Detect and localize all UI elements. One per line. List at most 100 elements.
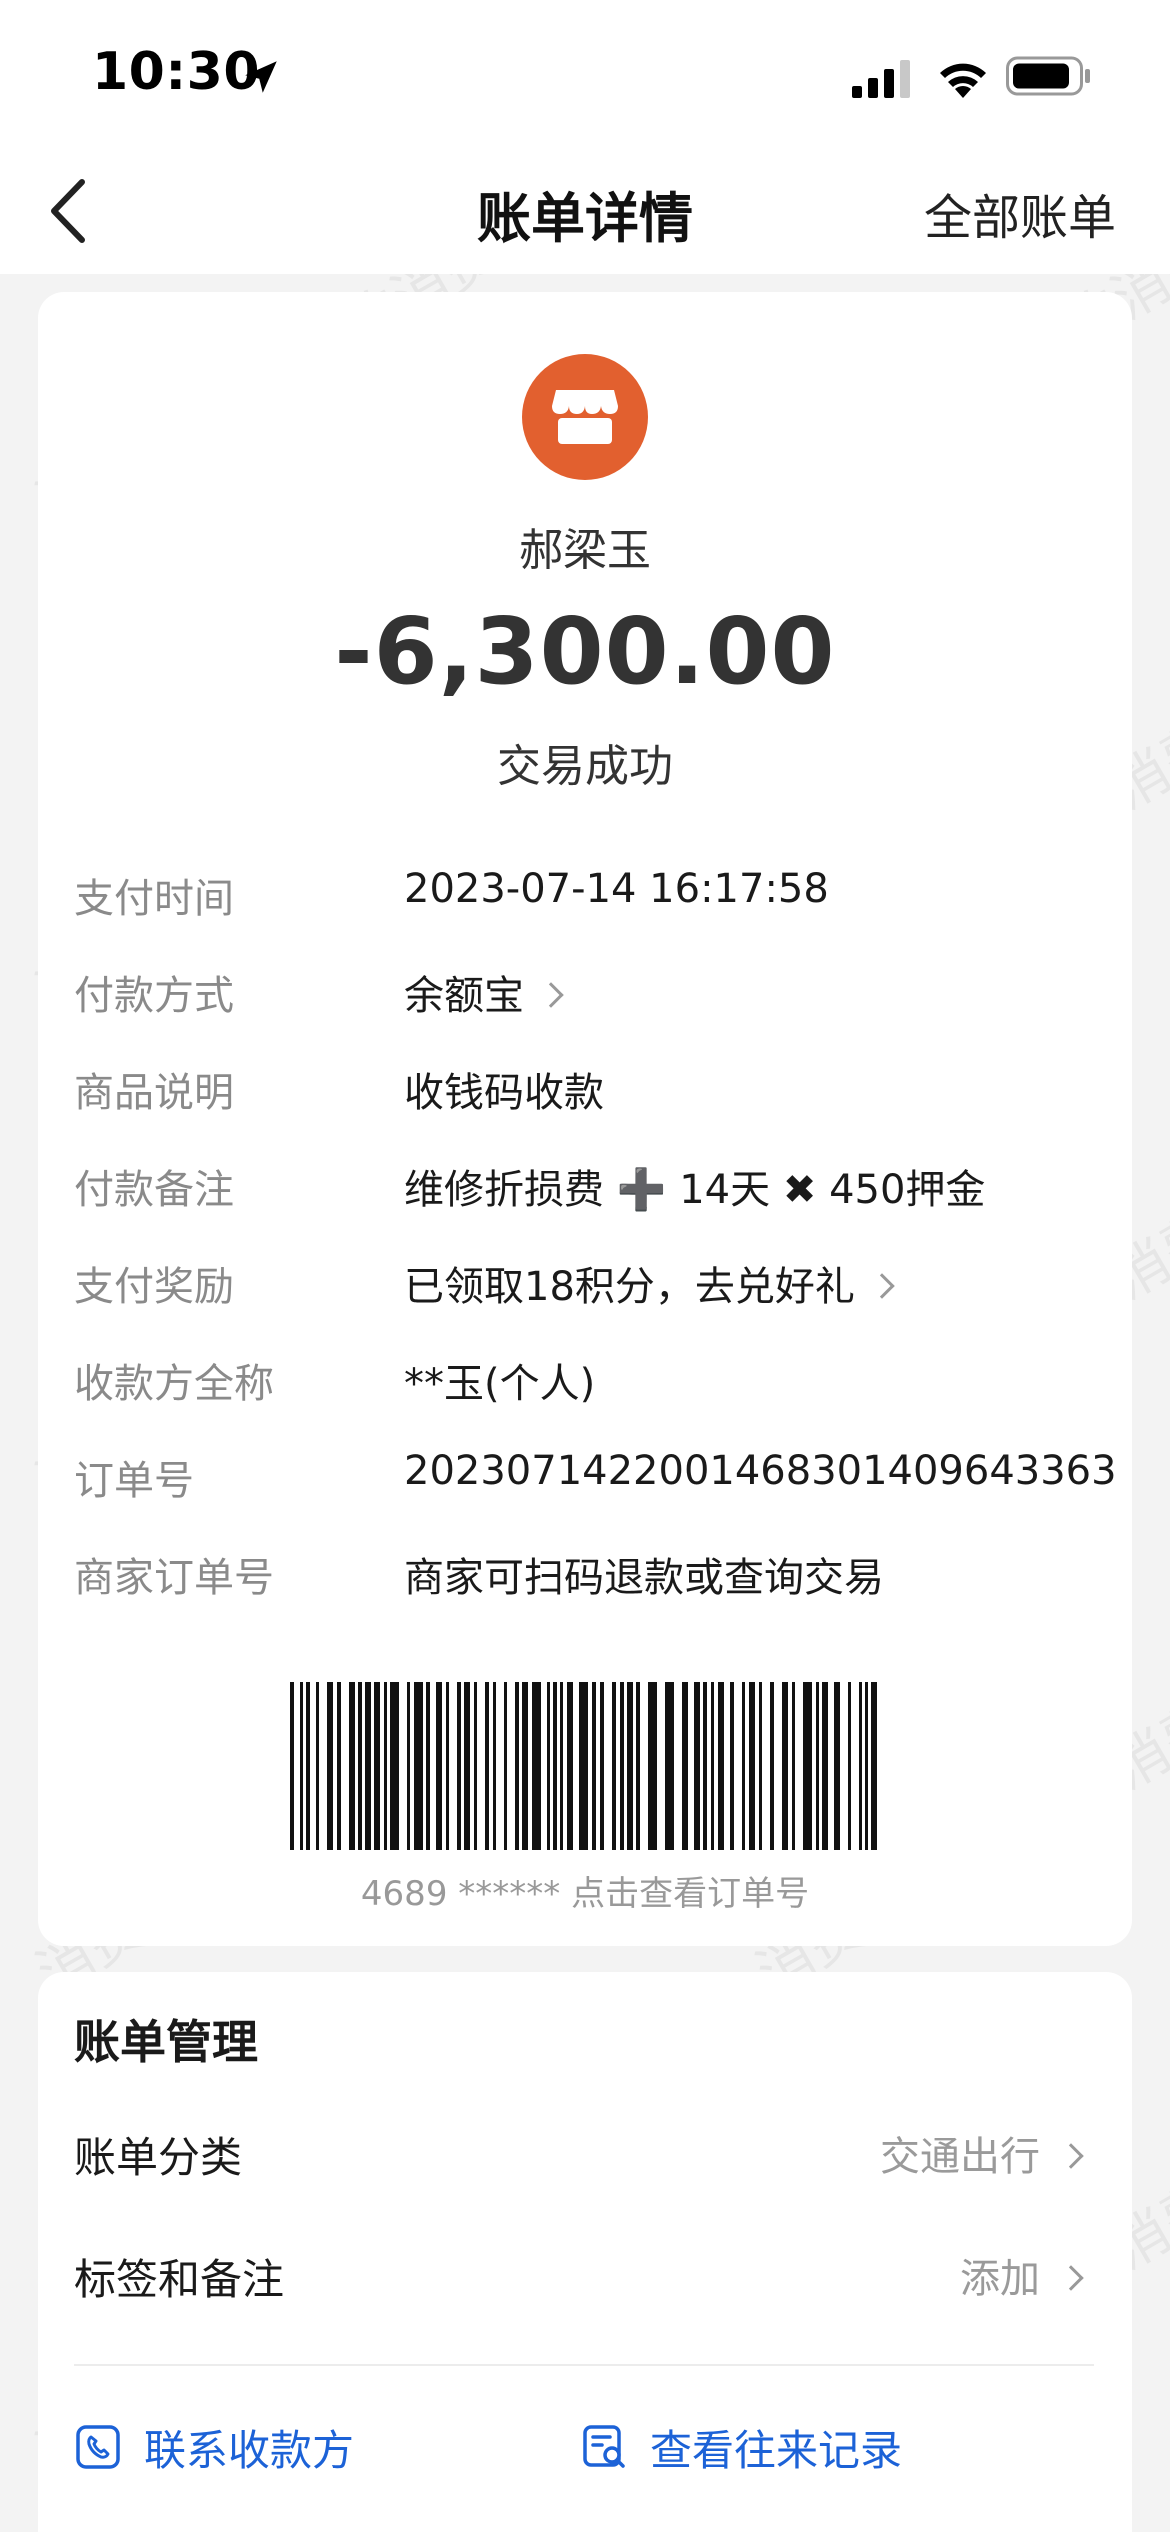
bill-management-card: 账单管理 账单分类 交通出行 标签和备注 添加 联系收款方 查看往来记录 xyxy=(38,1972,1132,2532)
barcode-bar xyxy=(592,1682,596,1850)
view-records-button[interactable]: 查看往来记录 xyxy=(580,2412,902,2482)
chevron-right-icon xyxy=(869,1273,895,1299)
detail-value: 2023071422001468301409643363 xyxy=(404,1448,1117,1494)
barcode-bar xyxy=(436,1682,442,1850)
barcode-bar xyxy=(337,1682,341,1850)
battery-icon xyxy=(1006,56,1090,96)
detail-label: 商品说明 xyxy=(74,1070,234,1116)
barcode-bar xyxy=(859,1682,862,1850)
detail-label: 收款方全称 xyxy=(74,1361,274,1407)
barcode-bar xyxy=(358,1682,362,1850)
section-title: 账单管理 xyxy=(74,2015,258,2069)
barcode-bar xyxy=(300,1682,303,1850)
detail-row-reward[interactable]: 支付奖励 已领取18积分，去兑好礼 xyxy=(74,1254,1104,1324)
transaction-status: 交易成功 xyxy=(497,741,673,792)
barcode-bar xyxy=(446,1682,449,1850)
barcode-bar xyxy=(742,1682,745,1850)
wifi-icon xyxy=(940,63,986,98)
barcode-bar xyxy=(485,1682,489,1850)
barcode-bar xyxy=(567,1682,573,1850)
row-value: 添加 xyxy=(960,2256,1040,2302)
barcode-bar xyxy=(770,1682,774,1850)
merchant-avatar xyxy=(522,354,648,480)
barcode-bar xyxy=(457,1682,461,1850)
order-barcode[interactable] xyxy=(290,1682,880,1850)
detail-value: **玉(个人) xyxy=(404,1361,596,1407)
barcode-bar xyxy=(682,1682,688,1850)
detail-value: 商家可扫码退款或查询交易 xyxy=(404,1555,884,1601)
bill-category-row[interactable]: 账单分类 交通出行 xyxy=(74,2124,1094,2194)
merchant-name: 郝梁玉 xyxy=(519,525,651,576)
barcode-bar xyxy=(822,1682,828,1850)
barcode-bar xyxy=(290,1682,294,1850)
barcode-bar xyxy=(522,1682,528,1850)
status-bar: 10:30 xyxy=(0,0,1170,150)
barcode-bar xyxy=(612,1682,616,1850)
row-label: 账单分类 xyxy=(74,2133,243,2182)
chevron-right-icon xyxy=(1058,2143,1084,2169)
barcode-bar xyxy=(464,1682,470,1850)
barcode-bar xyxy=(374,1682,380,1850)
row-value-wrap: 交通出行 xyxy=(880,2124,1084,2182)
barcode-bar xyxy=(553,1682,557,1850)
detail-label: 支付时间 xyxy=(74,876,234,922)
detail-value: 2023-07-14 16:17:58 xyxy=(404,866,829,912)
detail-value: 余额宝 xyxy=(404,973,524,1019)
barcode-bar xyxy=(636,1682,640,1850)
barcode-bar xyxy=(848,1682,851,1850)
barcode-bar xyxy=(560,1682,563,1850)
barcode-bar xyxy=(316,1682,319,1850)
barcode-bar xyxy=(407,1682,410,1850)
detail-value: 维修折损费 ➕ 14天 ✖ 450押金 xyxy=(404,1167,986,1213)
detail-label: 付款方式 xyxy=(74,973,234,1019)
barcode-bar xyxy=(871,1682,877,1850)
location-arrow-icon xyxy=(245,61,277,93)
detail-label: 支付奖励 xyxy=(74,1264,234,1310)
barcode-bar xyxy=(579,1682,588,1850)
barcode-bar xyxy=(792,1682,795,1850)
tags-notes-row[interactable]: 标签和备注 添加 xyxy=(74,2246,1094,2316)
cellular-signal-icon xyxy=(852,60,910,98)
barcode-bar xyxy=(414,1682,423,1850)
detail-label: 订单号 xyxy=(74,1458,194,1504)
chevron-right-icon xyxy=(538,982,564,1008)
barcode-bar xyxy=(834,1682,840,1850)
row-value: 交通出行 xyxy=(880,2134,1040,2180)
navigation-bar: 账单详情 全部账单 xyxy=(0,150,1170,274)
detail-row-order-number: 订单号 2023071422001468301409643363 xyxy=(74,1448,1117,1518)
row-value-wrap: 添加 xyxy=(960,2246,1084,2304)
barcode-bar xyxy=(349,1682,355,1850)
barcode-bar xyxy=(426,1682,430,1850)
bill-detail-card: 郝梁玉 -6,300.00 交易成功 支付时间 2023-07-14 16:17… xyxy=(38,292,1132,1946)
divider xyxy=(74,2364,1094,2366)
barcode-bar xyxy=(327,1682,333,1850)
chevron-right-icon xyxy=(1058,2265,1084,2291)
barcode-bar xyxy=(474,1682,477,1850)
detail-value: 收钱码收款 xyxy=(404,1070,604,1116)
barcode-bar xyxy=(703,1682,707,1850)
detail-label: 付款备注 xyxy=(74,1167,234,1213)
barcode-bar xyxy=(865,1682,868,1850)
detail-value-wrap: 已领取18积分，去兑好礼 xyxy=(404,1254,895,1312)
transaction-amount: -6,300.00 xyxy=(334,598,836,705)
detail-row-payee: 收款方全称 **玉(个人) xyxy=(74,1351,1104,1421)
all-bills-link[interactable]: 全部账单 xyxy=(924,178,1116,248)
action-label: 联系收款方 xyxy=(144,2425,355,2475)
barcode-bar xyxy=(504,1682,507,1850)
barcode-bar xyxy=(711,1682,714,1850)
barcode-bar xyxy=(306,1682,310,1850)
barcode-bar xyxy=(390,1682,399,1850)
detail-row-description: 商品说明 收钱码收款 xyxy=(74,1060,1104,1130)
barcode-bar xyxy=(718,1682,724,1850)
detail-value: 已领取18积分，去兑好礼 xyxy=(404,1264,855,1310)
barcode-bar xyxy=(803,1682,812,1850)
contact-payee-button[interactable]: 联系收款方 xyxy=(74,2412,354,2482)
status-time: 10:30 xyxy=(92,42,261,102)
barcode-caption[interactable]: 4689 ****** 点击查看订单号 xyxy=(38,1866,1132,1915)
phone-icon xyxy=(76,2425,120,2469)
barcode-bar xyxy=(694,1682,700,1850)
detail-row-pay-method[interactable]: 付款方式 余额宝 xyxy=(74,963,1104,1033)
barcode-bar xyxy=(816,1682,819,1850)
barcode-bar xyxy=(648,1682,657,1850)
barcode-bar xyxy=(782,1682,788,1850)
